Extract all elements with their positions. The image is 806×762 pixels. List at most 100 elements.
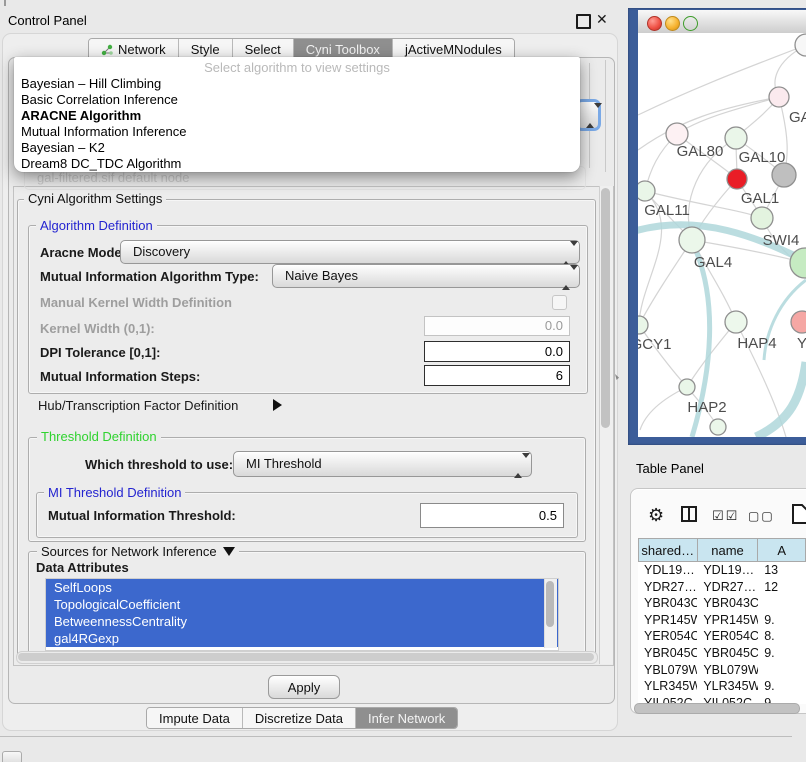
table-column-header[interactable]: A bbox=[758, 538, 806, 562]
algorithm-option[interactable]: Mutual Information Inference bbox=[14, 124, 580, 140]
aracne-mode-combo[interactable]: Discovery bbox=[120, 240, 580, 264]
table-row[interactable]: YDL19…YDL19…13 bbox=[638, 562, 806, 579]
table-cell[interactable]: YER054C bbox=[697, 628, 758, 645]
table-row[interactable]: YDR27…YDR27…12 bbox=[638, 579, 806, 596]
table-cell[interactable] bbox=[758, 662, 806, 679]
network-node[interactable] bbox=[772, 163, 796, 187]
network-edge[interactable] bbox=[756, 362, 806, 437]
table-row[interactable]: YPR145WYPR145W9. bbox=[638, 612, 806, 629]
show-columns-icon[interactable]: ☑☑ bbox=[712, 508, 739, 524]
table-cell[interactable]: 13 bbox=[758, 562, 806, 579]
table-horizontal-scrollbar[interactable] bbox=[634, 703, 800, 714]
zoom-traffic-light-icon[interactable] bbox=[683, 16, 698, 31]
split-columns-icon[interactable] bbox=[681, 506, 697, 525]
network-window-titlebar[interactable] bbox=[638, 10, 806, 34]
network-node[interactable] bbox=[795, 34, 806, 56]
network-node[interactable] bbox=[769, 87, 789, 107]
algorithm-option[interactable]: ARACNE Algorithm bbox=[14, 108, 580, 124]
table-row[interactable]: YLR345WYLR345W9. bbox=[638, 678, 806, 695]
table-cell[interactable]: 9. bbox=[758, 612, 806, 629]
hide-columns-icon[interactable]: ▢▢ bbox=[748, 509, 775, 523]
settings-horizontal-scrollbar-thumb[interactable] bbox=[18, 653, 594, 661]
network-node[interactable] bbox=[710, 419, 726, 435]
attributes-scrollbar-thumb[interactable] bbox=[546, 581, 554, 627]
table-row[interactable]: YBL079WYBL079W bbox=[638, 662, 806, 679]
network-node[interactable] bbox=[638, 181, 655, 201]
table-cell[interactable]: YBR043C bbox=[697, 595, 758, 612]
table-column-header[interactable]: name bbox=[698, 538, 759, 562]
table-cell[interactable]: YBR045C bbox=[638, 645, 697, 662]
tab-discretize-data[interactable]: Discretize Data bbox=[243, 708, 356, 728]
table-cell[interactable]: YPR145W bbox=[697, 612, 758, 629]
table-cell[interactable]: YBR043C bbox=[638, 595, 697, 612]
table-cell[interactable]: YBR045C bbox=[697, 645, 758, 662]
collapse-arrow-icon[interactable] bbox=[223, 547, 235, 556]
kernel-width-field[interactable]: 0.0 bbox=[424, 316, 570, 336]
algorithm-option[interactable]: Basic Correlation Inference bbox=[14, 92, 580, 108]
apply-button[interactable]: Apply bbox=[268, 675, 340, 699]
network-node[interactable] bbox=[727, 169, 747, 189]
table-cell[interactable]: YBL079W bbox=[638, 662, 697, 679]
network-view-window[interactable]: GALGAL80GAL10GAL1GAL11SWI4GAL4GCY1HAP4YH… bbox=[628, 8, 806, 445]
data-attribute-item[interactable]: SelfLoops bbox=[46, 579, 558, 596]
algorithm-option[interactable]: Bayesian – Hill Climbing bbox=[14, 76, 580, 92]
table-cell[interactable]: YBL079W bbox=[697, 662, 758, 679]
table-cell[interactable]: 8. bbox=[758, 628, 806, 645]
close-traffic-light-icon[interactable] bbox=[647, 16, 662, 31]
float-window-icon[interactable] bbox=[576, 14, 591, 29]
network-node[interactable] bbox=[751, 207, 773, 229]
network-edge[interactable] bbox=[639, 240, 692, 325]
close-icon[interactable]: ✕ bbox=[596, 11, 608, 28]
network-node[interactable] bbox=[725, 127, 747, 149]
network-canvas[interactable]: GALGAL80GAL10GAL1GAL11SWI4GAL4GCY1HAP4YH… bbox=[638, 33, 806, 437]
which-threshold-combo[interactable]: MI Threshold bbox=[233, 451, 532, 477]
table-row[interactable]: YBR043CYBR043C bbox=[638, 595, 806, 612]
bottom-left-button[interactable] bbox=[2, 751, 22, 762]
network-edge[interactable] bbox=[677, 97, 779, 134]
table-row[interactable]: YER054CYER054C8. bbox=[638, 628, 806, 645]
data-attribute-item[interactable]: TopologicalCoefficient bbox=[46, 596, 558, 613]
network-edge[interactable] bbox=[640, 387, 687, 430]
network-edge[interactable] bbox=[639, 325, 687, 387]
minimize-traffic-light-icon[interactable] bbox=[665, 16, 680, 31]
table-cell[interactable]: YDL19… bbox=[638, 562, 697, 579]
network-node[interactable] bbox=[666, 123, 688, 145]
tab-infer-network[interactable]: Infer Network bbox=[356, 708, 457, 728]
mi-steps-field[interactable]: 6 bbox=[424, 365, 570, 386]
data-attributes-list[interactable]: SelfLoopsTopologicalCoefficientBetweenne… bbox=[45, 578, 559, 651]
table-cell[interactable]: 9. bbox=[758, 678, 806, 695]
mi-threshold-field[interactable]: 0.5 bbox=[420, 503, 564, 528]
table-cell[interactable]: YER054C bbox=[638, 628, 697, 645]
gear-icon[interactable]: ⚙ bbox=[648, 505, 664, 526]
data-attribute-item[interactable]: BetweennessCentrality bbox=[46, 613, 558, 630]
table-cell[interactable]: 12 bbox=[758, 579, 806, 596]
algorithm-dropdown-popup: Select algorithm to view settings Bayesi… bbox=[14, 57, 580, 172]
table-cell[interactable]: YDR27… bbox=[697, 579, 758, 596]
table-cell[interactable]: YLR345W bbox=[638, 678, 697, 695]
table-cell[interactable]: YPR145W bbox=[638, 612, 697, 629]
expand-arrow-icon[interactable] bbox=[273, 399, 282, 411]
table-row[interactable]: YBR045CYBR045C9. bbox=[638, 645, 806, 662]
mi-type-combo[interactable]: Naive Bayes bbox=[272, 264, 580, 288]
table-cell[interactable]: YLR345W bbox=[697, 678, 758, 695]
tab-impute-data[interactable]: Impute Data bbox=[147, 708, 243, 728]
dpi-tolerance-field[interactable]: 0.0 bbox=[424, 341, 570, 362]
algorithm-option[interactable]: Dream8 DC_TDC Algorithm bbox=[14, 156, 580, 172]
table-cell[interactable]: YDR27… bbox=[638, 579, 697, 596]
manual-kernel-checkbox[interactable] bbox=[552, 295, 567, 310]
table-cell[interactable]: YDL19… bbox=[697, 562, 758, 579]
algorithm-option[interactable]: Bayesian – K2 bbox=[14, 140, 580, 156]
network-node[interactable] bbox=[725, 311, 747, 333]
network-node[interactable] bbox=[679, 227, 705, 253]
table-column-header[interactable]: shared… bbox=[638, 538, 698, 562]
network-node[interactable] bbox=[791, 311, 806, 333]
hub-definition-label[interactable]: Hub/Transcription Factor Definition bbox=[38, 398, 238, 413]
table-cell[interactable]: 9. bbox=[758, 645, 806, 662]
network-node[interactable] bbox=[679, 379, 695, 395]
node-table[interactable]: shared…nameA YDL19…YDL19…13YDR27…YDR27…1… bbox=[638, 538, 806, 704]
settings-vertical-scrollbar-thumb[interactable] bbox=[601, 188, 610, 428]
data-attribute-item[interactable]: gal4RGexp bbox=[46, 630, 558, 647]
table-cell[interactable] bbox=[758, 595, 806, 612]
export-table-icon[interactable] bbox=[792, 504, 806, 527]
network-node[interactable] bbox=[638, 316, 648, 334]
